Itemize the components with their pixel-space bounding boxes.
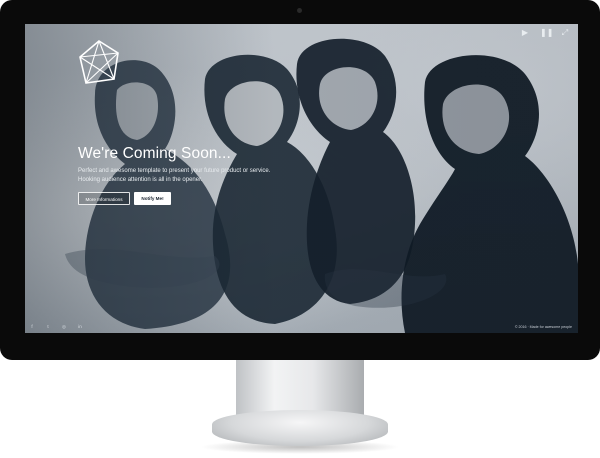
twitter-icon[interactable]: t [45, 324, 51, 330]
screen: ▶ ❚❚ ⤢ We're Coming Soon... Perfect and … [25, 24, 578, 333]
play-icon[interactable]: ▶ [520, 28, 530, 38]
facebook-icon[interactable]: f [29, 324, 35, 330]
polyhedron-logo-icon[interactable] [78, 39, 120, 85]
camera-icon [297, 8, 302, 13]
monitor-bezel: ▶ ❚❚ ⤢ We're Coming Soon... Perfect and … [0, 0, 600, 360]
hero-subtitle-line-2: Hooking audience attention is all in the… [78, 177, 203, 183]
linkedin-icon[interactable]: in [77, 324, 83, 330]
social-links: f t ◎ in [29, 324, 83, 330]
more-informations-button[interactable]: More Informations [78, 192, 130, 205]
media-controls: ▶ ❚❚ ⤢ [520, 28, 570, 38]
hero-subtitle: Perfect and awesome template to present … [78, 167, 308, 185]
pause-icon[interactable]: ❚❚ [540, 28, 553, 38]
instagram-icon[interactable]: ◎ [61, 324, 67, 330]
notify-me-button[interactable]: Notify Me! [134, 192, 171, 205]
copyright-text: © 2016 · Made for awesome people [514, 325, 572, 329]
hero-subtitle-line-1: Perfect and awesome template to present … [78, 168, 271, 174]
fullscreen-icon[interactable]: ⤢ [560, 28, 570, 38]
monitor-stand-base [212, 410, 388, 446]
page-title: We're Coming Soon... [78, 145, 231, 162]
